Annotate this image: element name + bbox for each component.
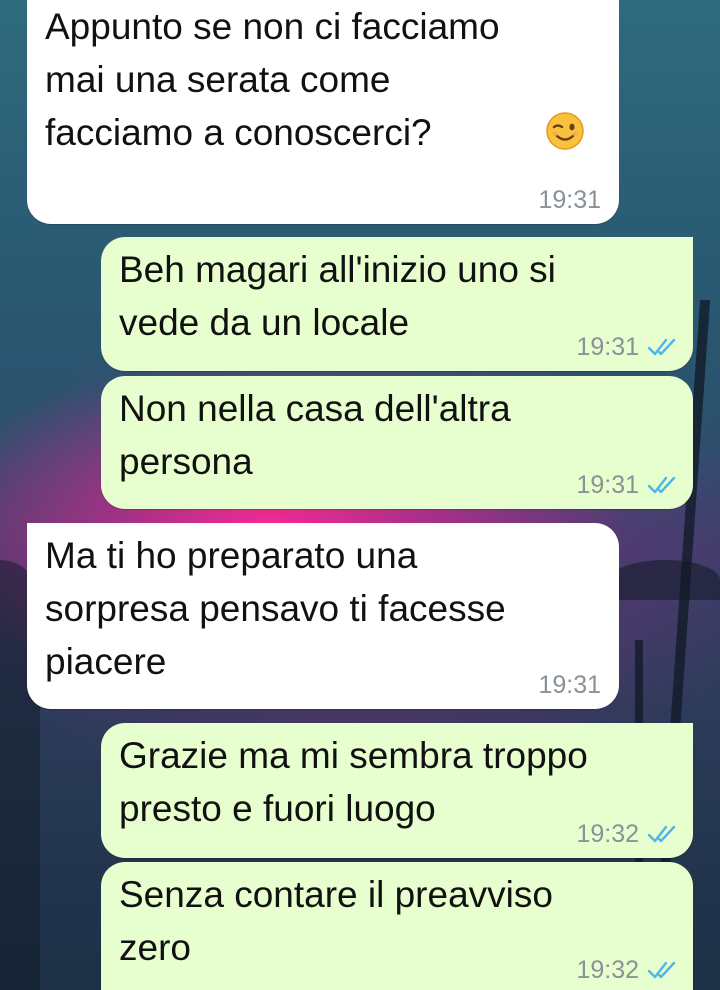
message-meta: 19:32 [576,956,679,984]
message-meta: 19:31 [538,671,601,699]
message-bubble-incoming[interactable]: Ma ti ho preparato una sorpresa pensavo … [27,523,619,709]
double-check-read-icon [647,338,676,356]
message-meta: 19:31 [538,186,601,214]
message-time: 19:32 [576,956,639,984]
message-meta: 19:31 [576,471,679,499]
message-bubble-outgoing[interactable]: Grazie ma mi sembra troppo presto e fuor… [101,723,693,858]
winking-face-emoji-icon [546,112,584,150]
wallpaper-palm-fronds [610,560,720,600]
double-check-read-icon [647,961,676,979]
message-bubble-outgoing[interactable]: Senza contare il preavviso zero 19:32 [101,862,693,990]
message-meta: 19:32 [576,820,679,848]
message-text: Appunto se non ci facciamo mai una serat… [45,6,500,153]
message-time: 19:31 [538,186,601,214]
message-text: Ma ti ho preparato una sorpresa pensavo … [45,535,506,682]
message-meta: 19:31 [576,333,679,361]
message-time: 19:31 [576,333,639,361]
message-bubble-outgoing[interactable]: Beh magari all'inizio uno si vede da un … [101,237,693,371]
message-time: 19:31 [538,671,601,699]
chat-window: Appunto se non ci facciamo mai una serat… [0,0,720,990]
double-check-read-icon [647,825,676,843]
message-time: 19:32 [576,820,639,848]
message-time: 19:31 [576,471,639,499]
message-bubble-incoming[interactable]: Appunto se non ci facciamo mai una serat… [27,0,619,224]
double-check-read-icon [647,476,676,494]
message-bubble-outgoing[interactable]: Non nella casa dell'altra persona 19:31 [101,376,693,509]
